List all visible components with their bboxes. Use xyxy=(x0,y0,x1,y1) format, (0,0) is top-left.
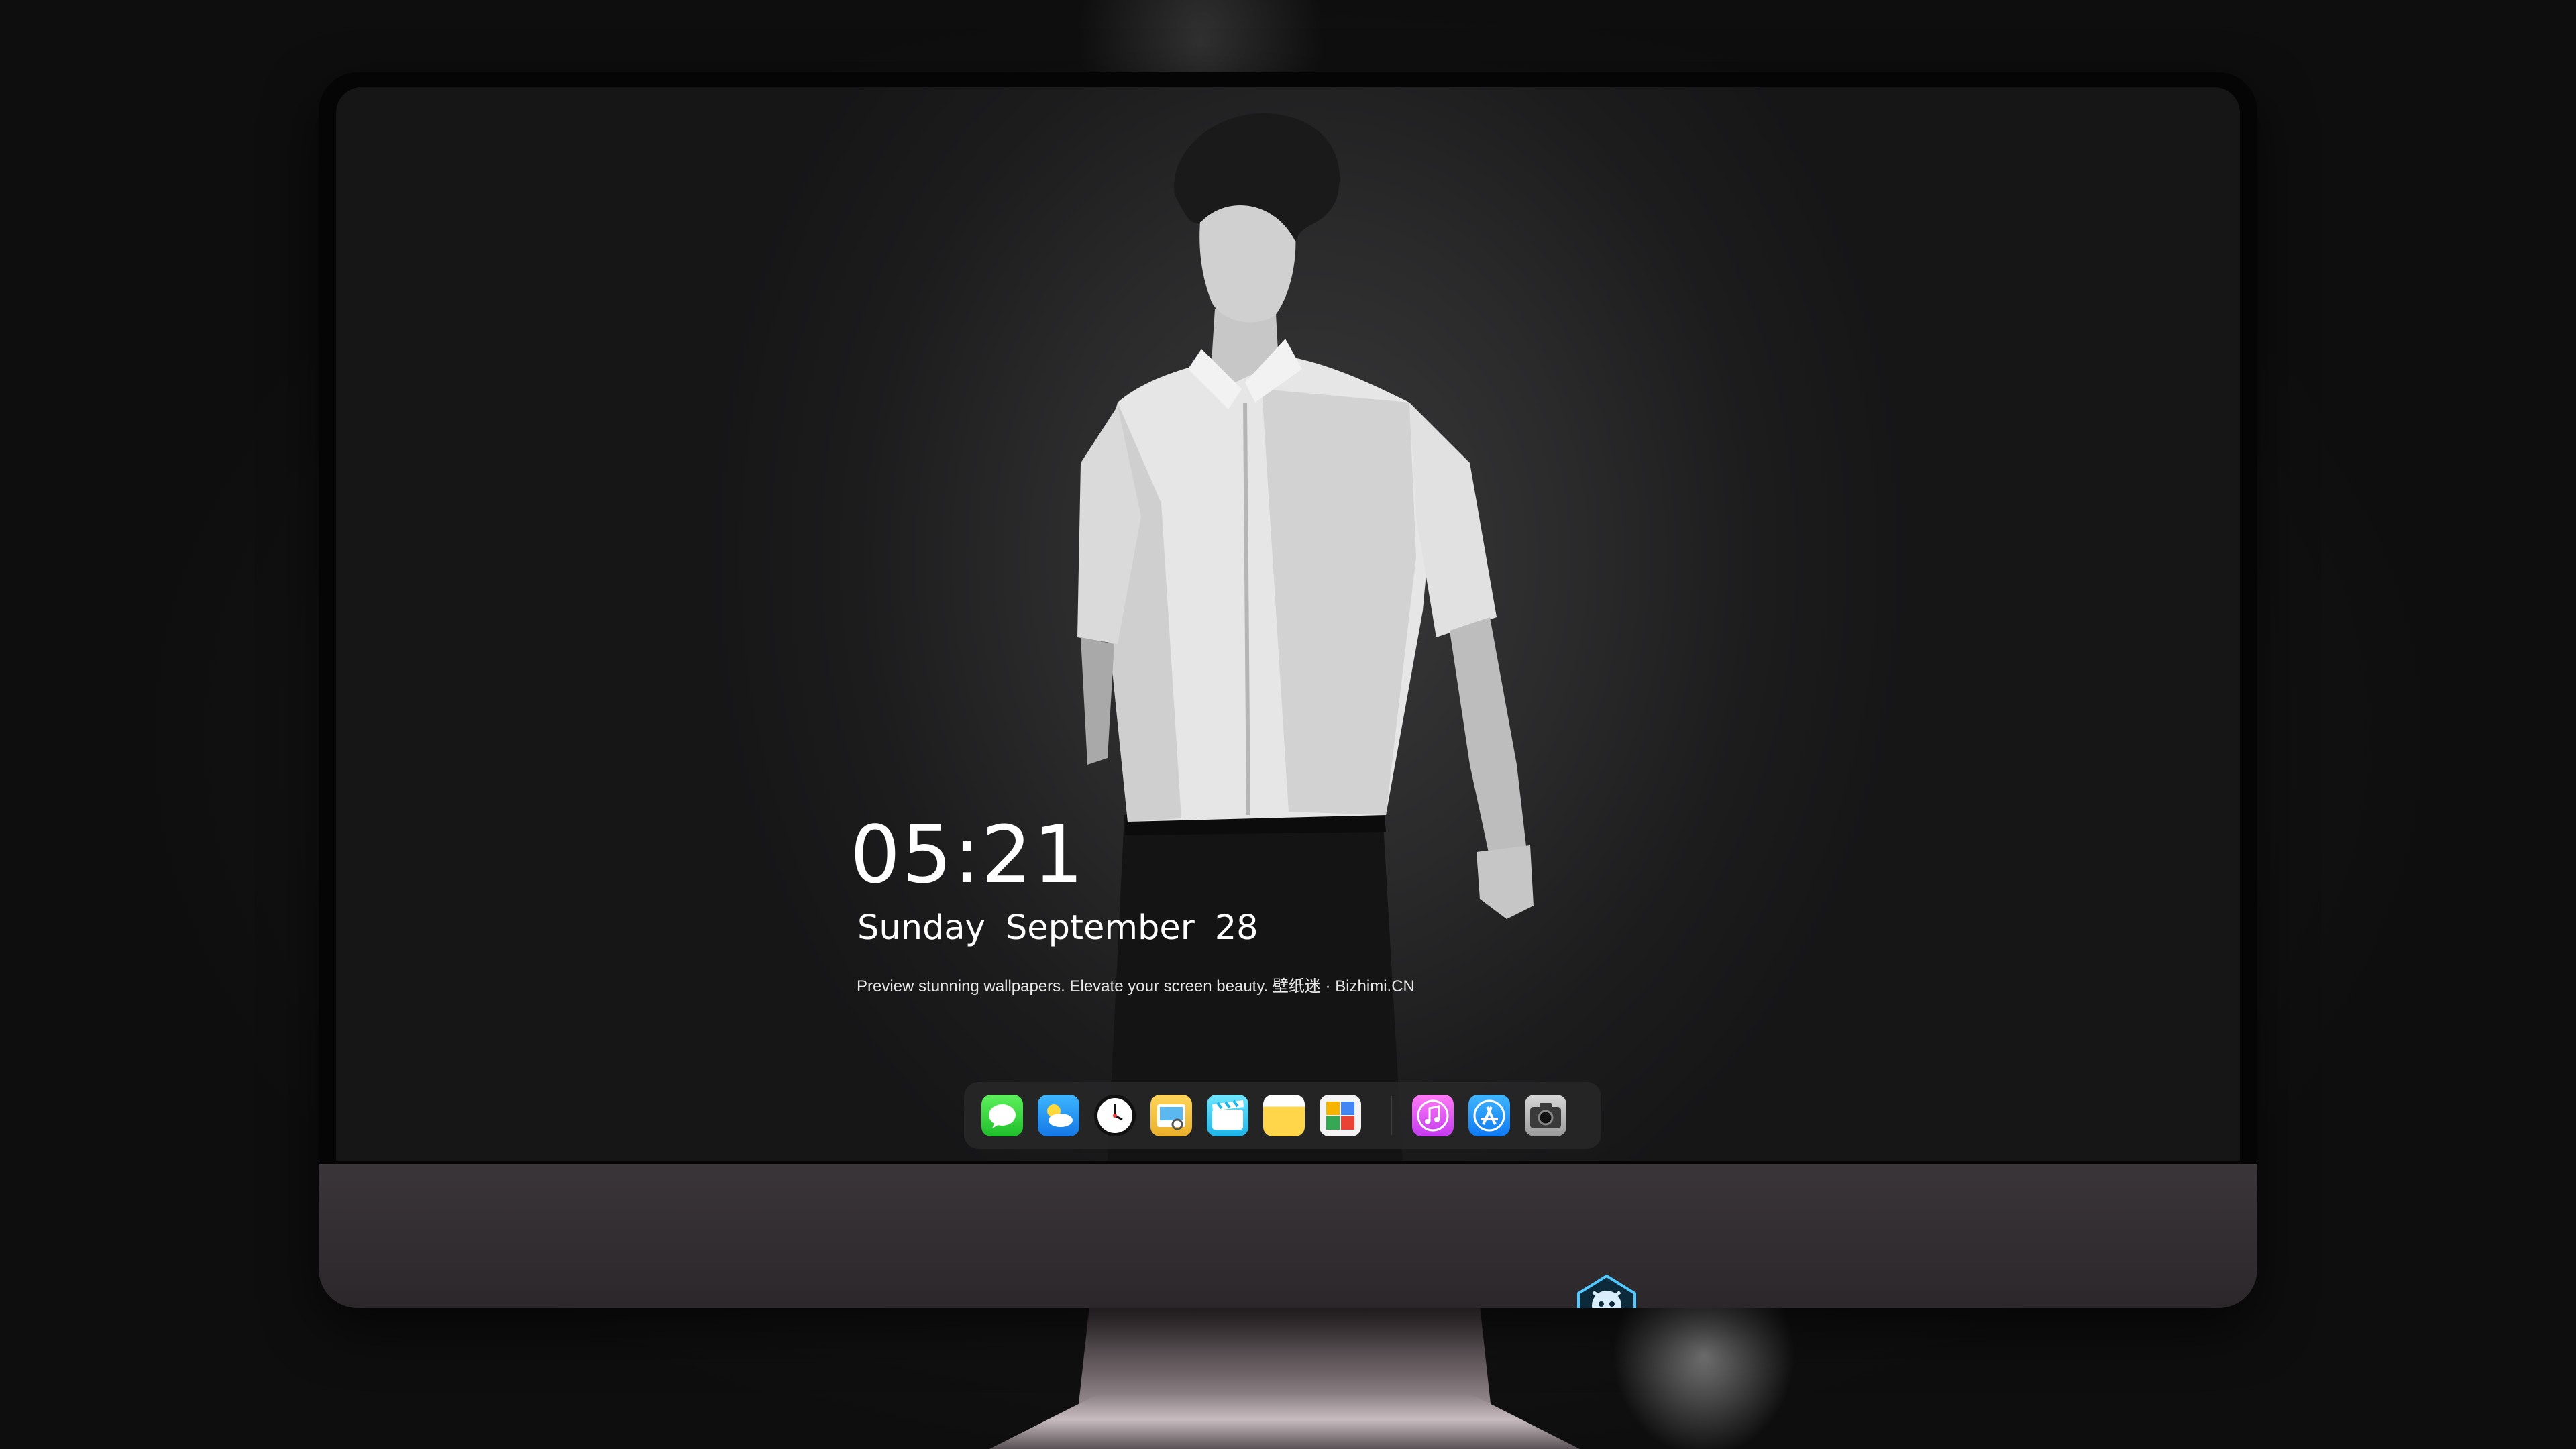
monitor-chin xyxy=(319,1164,2257,1308)
lock-screen[interactable]: 05:21 Sunday September 28 Preview stunning… xyxy=(336,87,2240,1161)
messages-icon[interactable] xyxy=(981,1095,1023,1136)
date-day: 28 xyxy=(1214,908,1258,948)
lock-clock: 05:21 xyxy=(850,808,1085,901)
itunes-icon[interactable] xyxy=(1412,1095,1454,1136)
desktop-scene: 05:21 Sunday September 28 Preview stunning… xyxy=(0,0,2576,1449)
wallpaper-figure xyxy=(1077,113,1534,1161)
preview-icon[interactable] xyxy=(1150,1095,1192,1136)
date-weekday: Sunday xyxy=(857,908,985,948)
monitor-stand-base xyxy=(989,1395,1580,1449)
clips-icon[interactable] xyxy=(1207,1095,1248,1136)
dock-separator xyxy=(1391,1096,1392,1135)
app-store-icon[interactable] xyxy=(1468,1095,1510,1136)
lock-date: Sunday September 28 xyxy=(857,911,1258,945)
photos-icon[interactable] xyxy=(1320,1095,1361,1136)
brand-logo xyxy=(1577,1274,1636,1308)
date-month: September xyxy=(1005,908,1195,948)
dock xyxy=(964,1082,1601,1149)
clock-icon[interactable] xyxy=(1094,1095,1136,1136)
camera-icon[interactable] xyxy=(1525,1095,1566,1136)
weather-icon[interactable] xyxy=(1038,1095,1079,1136)
notes-icon[interactable] xyxy=(1263,1095,1305,1136)
wallpaper-caption: Preview stunning wallpapers. Elevate you… xyxy=(857,977,1415,996)
